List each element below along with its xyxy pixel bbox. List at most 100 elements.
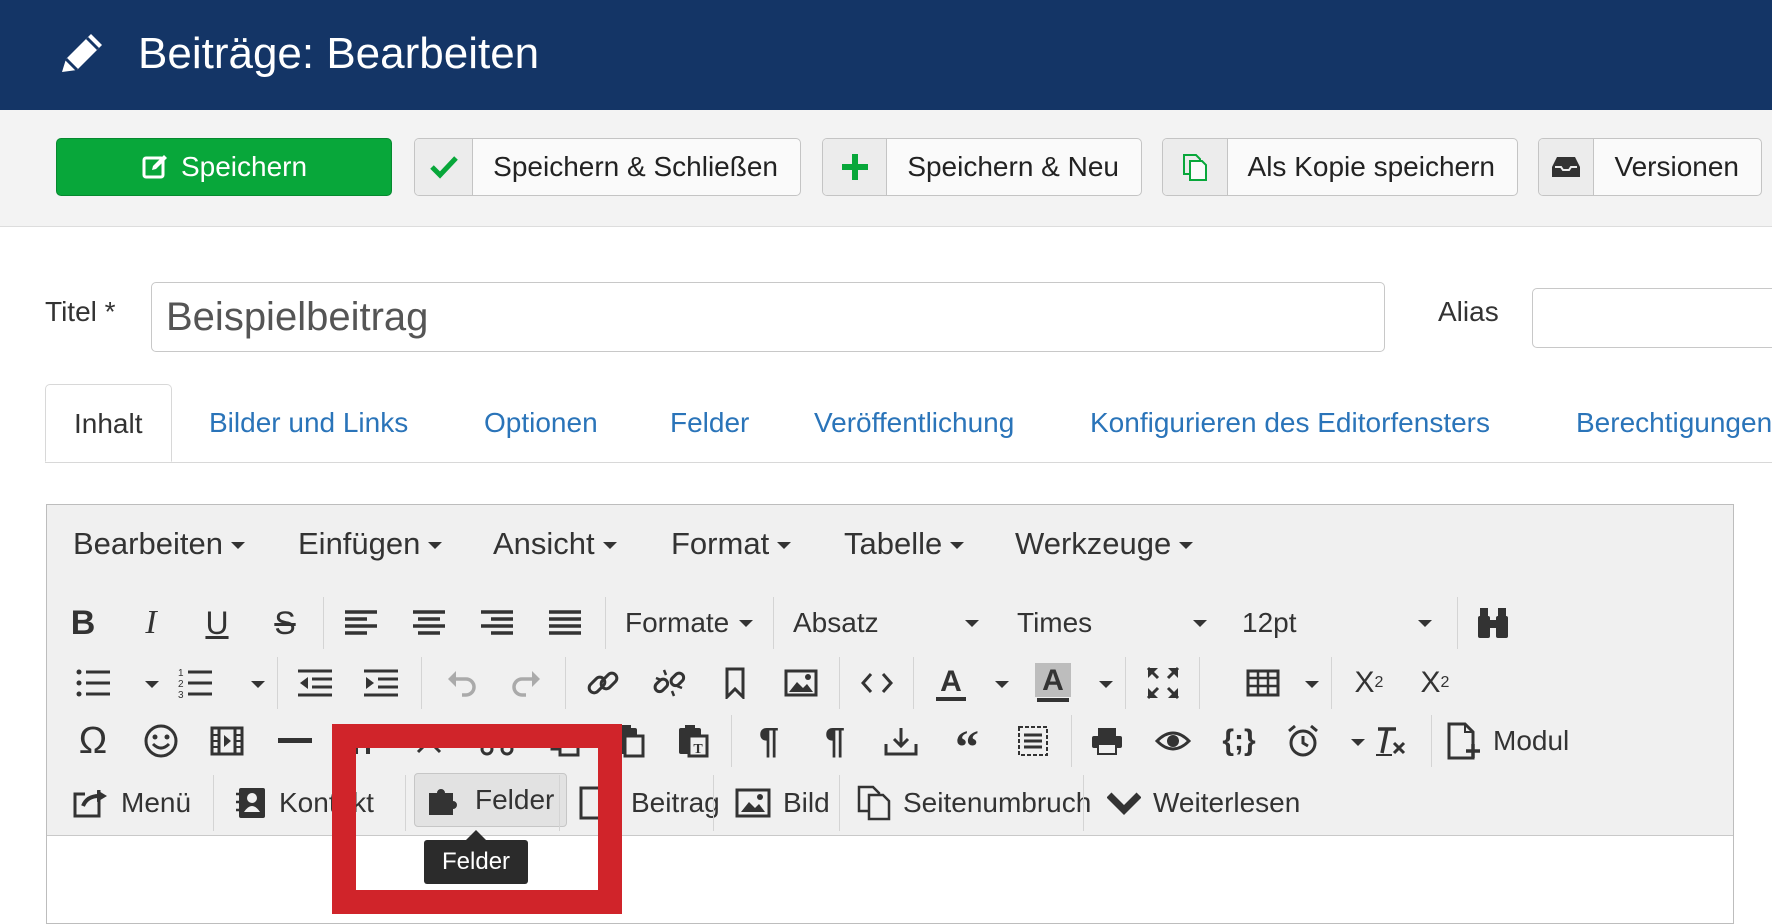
- align-justify-icon[interactable]: [545, 603, 585, 643]
- bullet-list-icon[interactable]: [73, 663, 113, 703]
- subscript-icon[interactable]: X2: [1347, 663, 1391, 703]
- tab-bilder-und-links[interactable]: Bilder und Links: [209, 384, 408, 462]
- alias-input[interactable]: [1532, 288, 1772, 348]
- rtl-paragraph-icon[interactable]: ¶: [815, 720, 855, 761]
- link-icon[interactable]: [583, 663, 623, 703]
- menu-bearbeiten[interactable]: Bearbeiten: [73, 505, 245, 583]
- share-icon: [73, 790, 107, 818]
- svg-text:1: 1: [178, 668, 184, 679]
- highlight-frame: [332, 724, 622, 914]
- save-copy-button[interactable]: Als Kopie speichern: [1162, 138, 1518, 196]
- blockquote-icon[interactable]: “: [947, 721, 987, 772]
- strikethrough-icon[interactable]: S: [265, 603, 305, 643]
- action-toolbar: Speichern Speichern & Schließen Speicher…: [0, 110, 1772, 227]
- redo-icon[interactable]: [507, 663, 547, 703]
- save-new-button[interactable]: Speichern & Neu: [822, 138, 1142, 196]
- align-left-icon[interactable]: [341, 603, 381, 643]
- outdent-icon[interactable]: [295, 663, 335, 703]
- table-caret[interactable]: [1305, 681, 1319, 688]
- contact-icon: [236, 788, 265, 818]
- text-color-caret[interactable]: [995, 681, 1009, 688]
- menu-einfuegen[interactable]: Einfügen: [298, 505, 443, 583]
- visual-blocks-icon[interactable]: [1013, 721, 1053, 761]
- svg-text:T: T: [693, 742, 703, 757]
- save-button[interactable]: Speichern: [56, 138, 392, 196]
- versions-button[interactable]: Versionen: [1538, 138, 1762, 196]
- italic-icon[interactable]: I: [131, 603, 171, 643]
- save-new-label: Speichern & Neu: [907, 151, 1119, 182]
- preview-icon[interactable]: [1153, 721, 1193, 761]
- text-color-icon[interactable]: A: [931, 661, 971, 705]
- edit-icon: [142, 155, 167, 179]
- align-right-icon[interactable]: [477, 603, 517, 643]
- editor-menubar: Bearbeiten Einfügen Ansicht Format Tabel…: [47, 505, 1733, 584]
- svg-text:2: 2: [178, 679, 184, 690]
- font-family-dropdown[interactable]: Times: [1017, 603, 1207, 643]
- bullet-list-caret[interactable]: [145, 681, 159, 688]
- versions-label: Versionen: [1614, 151, 1739, 182]
- block-format-dropdown[interactable]: Absatz: [793, 603, 979, 643]
- superscript-icon[interactable]: X2: [1413, 663, 1457, 703]
- font-size-dropdown[interactable]: 12pt: [1242, 603, 1432, 643]
- unlink-icon[interactable]: [649, 663, 689, 703]
- page-title: Beiträge: Bearbeiten: [138, 29, 540, 78]
- insert-datetime-caret[interactable]: [1351, 739, 1365, 746]
- plus-icon: [841, 154, 868, 180]
- tinymce-editor: Bearbeiten Einfügen Ansicht Format Tabel…: [46, 504, 1734, 924]
- image-plugin-button[interactable]: Bild: [735, 778, 830, 828]
- readmore-plugin-button[interactable]: Weiterlesen: [1107, 778, 1300, 828]
- menu-format[interactable]: Format: [671, 505, 792, 583]
- save-button-label: Speichern: [180, 151, 308, 182]
- print-icon[interactable]: [1087, 721, 1127, 761]
- menu-ansicht[interactable]: Ansicht: [493, 505, 617, 583]
- code-icon[interactable]: [857, 663, 897, 703]
- numbered-list-icon[interactable]: 123: [175, 663, 215, 703]
- bookmark-icon[interactable]: [715, 663, 755, 703]
- tab-felder[interactable]: Felder: [670, 384, 749, 462]
- formats-dropdown[interactable]: Formate: [625, 603, 753, 643]
- code-sample-icon[interactable]: {;}: [1219, 721, 1259, 761]
- insert-template-icon[interactable]: [881, 721, 921, 761]
- indent-icon[interactable]: [361, 663, 401, 703]
- tab-editorfenster[interactable]: Konfigurieren des Editorfensters: [1090, 384, 1490, 462]
- numbered-list-caret[interactable]: [251, 681, 265, 688]
- svg-text:A: A: [1042, 664, 1064, 697]
- underline-icon[interactable]: U: [197, 603, 237, 643]
- check-icon: [429, 156, 458, 179]
- save-close-label: Speichern & Schließen: [493, 151, 778, 182]
- image-icon[interactable]: [781, 663, 821, 703]
- bold-icon[interactable]: B: [63, 603, 103, 643]
- background-color-caret[interactable]: [1099, 681, 1113, 688]
- save-close-button[interactable]: Speichern & Schließen: [414, 138, 801, 196]
- emoticon-icon[interactable]: [141, 721, 181, 761]
- insert-datetime-icon[interactable]: [1283, 721, 1323, 761]
- fullscreen-icon[interactable]: [1143, 663, 1183, 703]
- title-input[interactable]: [151, 282, 1385, 352]
- archive-icon: [1552, 157, 1581, 177]
- horizontal-rule-icon[interactable]: [275, 721, 315, 761]
- tab-optionen[interactable]: Optionen: [484, 384, 598, 462]
- chevron-down-icon: [1107, 792, 1141, 815]
- copy-pages-icon: [857, 785, 891, 821]
- picture-icon: [735, 788, 771, 818]
- add-document-icon: [1447, 722, 1480, 760]
- clear-formatting-icon[interactable]: [1371, 721, 1411, 761]
- media-icon[interactable]: [207, 721, 247, 761]
- align-center-icon[interactable]: [409, 603, 449, 643]
- ltr-paragraph-icon[interactable]: ¶: [749, 720, 789, 761]
- tab-veroeffentlichung[interactable]: Veröffentlichung: [814, 384, 1014, 462]
- save-copy-label: Als Kopie speichern: [1247, 151, 1495, 182]
- menu-werkzeuge[interactable]: Werkzeuge: [1015, 505, 1194, 583]
- undo-icon[interactable]: [441, 663, 481, 703]
- module-button[interactable]: Modul: [1447, 716, 1569, 766]
- tab-berechtigungen[interactable]: Berechtigungen: [1576, 384, 1772, 462]
- table-icon[interactable]: [1243, 663, 1283, 703]
- pagebreak-plugin-button[interactable]: Seitenumbruch: [857, 778, 1091, 828]
- paste-text-icon[interactable]: T: [673, 721, 713, 761]
- tab-inhalt[interactable]: Inhalt: [45, 384, 172, 462]
- menu-plugin-button[interactable]: Menü: [73, 778, 191, 828]
- special-character-icon[interactable]: Ω: [73, 720, 113, 762]
- background-color-icon[interactable]: A: [1033, 661, 1073, 705]
- search-replace-icon[interactable]: [1473, 603, 1513, 643]
- menu-tabelle[interactable]: Tabelle: [844, 505, 965, 583]
